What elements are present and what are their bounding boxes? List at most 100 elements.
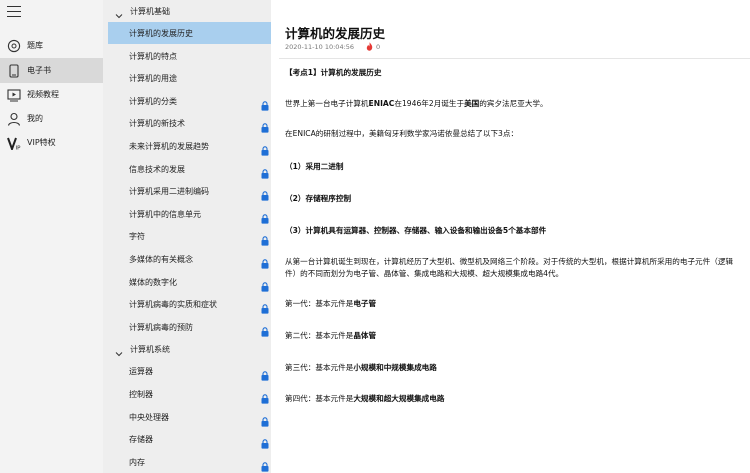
text: 的宾夕法尼亚大学。: [479, 99, 548, 108]
text: 第四代：基本元件是: [285, 394, 354, 403]
chapter-item[interactable]: 计算机的发展历史: [108, 22, 271, 44]
article-paragraph: 第三代：基本元件是小规模和中规模集成电路: [285, 362, 437, 373]
article-paragraph: 【考点1】计算机的发展历史: [285, 67, 381, 78]
chapter-item-label: 媒体的数字化: [129, 277, 177, 287]
lock-icon: [261, 457, 269, 472]
question-bank-icon: [6, 38, 22, 54]
chapter-item[interactable]: 计算机病毒的预防: [108, 316, 271, 338]
chapter-item-label: 计算机的用途: [129, 74, 177, 84]
video-icon: [6, 87, 22, 103]
lock-icon: [261, 389, 269, 404]
chapter-item-label: 计算机病毒的预防: [129, 322, 193, 332]
publish-date: 2020-11-10 10:04:56: [285, 43, 355, 51]
lock-icon: [261, 277, 269, 292]
person-icon: [6, 111, 22, 127]
chapter-item[interactable]: 字符: [108, 225, 271, 247]
chapter-item[interactable]: 中央处理器: [108, 406, 271, 428]
chapter-item[interactable]: 存储器: [108, 428, 271, 450]
nav-item-question-bank[interactable]: 题库: [0, 33, 103, 58]
article-paragraph: （2）存储程序控制: [285, 193, 351, 204]
view-count: 0: [376, 43, 381, 51]
nav-item-label: 电子书: [27, 66, 51, 75]
page-title: 计算机的发展历史: [285, 26, 386, 41]
chapter-item-label: 控制器: [129, 390, 153, 399]
chapter-item-label: 计算机的新技术: [129, 119, 185, 129]
bold-text: 【考点1】计算机的发展历史: [285, 68, 382, 77]
chevron-down-icon: [114, 344, 124, 357]
article-paragraph: 第四代：基本元件是大规模和超大规模集成电路: [285, 393, 444, 404]
article-paragraph: 第一代：基本元件是电子管: [285, 298, 376, 309]
nav-item-video[interactable]: 视频教程: [0, 82, 103, 107]
lock-icon: [261, 231, 269, 246]
nav-item-me[interactable]: 我的: [0, 106, 103, 131]
bold-text: 晶体管: [353, 331, 377, 340]
chapter-item-label: 中央处理器: [129, 412, 169, 422]
text: 第三代：基本元件是: [285, 363, 354, 372]
chevron-down-icon: [114, 6, 124, 19]
bold-text: （3）计算机具有运算器、控制器、存储器、输入设备和输出设备5个基本部件: [285, 226, 547, 235]
fire-icon: [366, 42, 373, 51]
svg-text:IP: IP: [16, 145, 22, 150]
left-nav: 题库 电子书 视频教程 我的 IP VIP特权: [0, 0, 103, 473]
text: 在ENICA的研制过程中，美籍匈牙利数学家冯诺依曼总结了以下3点：: [285, 129, 519, 138]
bold-text: 美国: [464, 99, 480, 108]
section-title: 计算机系统: [130, 344, 170, 354]
chapter-item-label: 运算器: [129, 367, 153, 377]
text: 件）的不同而划分为电子管、晶体管、集成电路和大规模、超大规模集成电路4代。: [285, 269, 564, 278]
text: 从第一台计算机诞生到现在，计算机经历了大型机、微型机及网络三个阶段。对于传统的大…: [285, 257, 734, 266]
chapter-list: 计算机基础计算机的发展历史计算机的特点 计算机的用途计算机的分类计算机的新技术未来…: [103, 0, 271, 473]
bold-text: （2）存储程序控制: [285, 194, 352, 203]
chapter-item[interactable]: 计算机病毒的实质和症状: [108, 293, 271, 315]
chapter-item[interactable]: 计算机的特点: [108, 45, 271, 67]
nav-item-ebook[interactable]: 电子书: [0, 58, 103, 83]
chapter-item-label: 计算机中的信息单元: [129, 209, 201, 219]
chapter-item-label: 字符: [129, 232, 145, 242]
chapter-item[interactable]: 计算机的分类: [108, 90, 271, 112]
bold-text: 大规模和超大规模集成电路: [353, 394, 445, 403]
section-header[interactable]: 计算机基础: [103, 1, 271, 21]
chapter-item[interactable]: 控制器: [108, 383, 271, 405]
chapter-item[interactable]: 内存: [108, 451, 271, 473]
nav-item-label: VIP特权: [27, 138, 56, 147]
article-paragraph: 件）的不同而划分为电子管、晶体管、集成电路和大规模、超大规模集成电路4代。: [285, 268, 563, 279]
chapter-item[interactable]: 信息技术的发展: [108, 158, 271, 180]
app-window: 题库 电子书 视频教程 我的 IP VIP特权 计算机基础 计算机的发展历史 计…: [0, 0, 750, 473]
chapter-item[interactable]: 计算机的用途: [108, 67, 271, 89]
lock-icon: [261, 366, 269, 381]
chapter-item-label: 计算机采用二进制编码: [129, 187, 209, 197]
article-paragraph: 在ENICA的研制过程中，美籍匈牙利数学家冯诺依曼总结了以下3点：: [285, 128, 518, 139]
lock-icon: [261, 96, 269, 111]
lock-icon: [261, 118, 269, 133]
bold-text: ENIAC: [368, 99, 395, 108]
lock-icon: [261, 209, 269, 224]
chapter-item[interactable]: 计算机中的信息单元: [108, 203, 271, 225]
article-paragraph: 世界上第一台电子计算机ENIAC在1946年2月诞生于美国的宾夕法尼亚大学。: [285, 98, 548, 109]
article-pane: 计算机的发展历史 2020-11-10 10:04:56 0 【考点1】计算机的…: [271, 0, 750, 473]
chapter-item[interactable]: 媒体的数字化: [108, 271, 271, 293]
chapter-item[interactable]: 计算机采用二进制编码: [108, 180, 271, 202]
text: 世界上第一台电子计算机: [285, 99, 369, 108]
chapter-item-label: 计算机病毒的实质和症状: [129, 300, 217, 310]
chapter-item[interactable]: 运算器: [108, 360, 271, 382]
chapter-item-label: 信息技术的发展: [129, 164, 185, 174]
text: 第一代：基本元件是: [285, 299, 354, 308]
section-title: 计算机基础: [130, 6, 170, 16]
lock-icon: [261, 141, 269, 156]
chapter-item[interactable]: 计算机的新技术: [108, 112, 271, 134]
text: 第二代：基本元件是: [285, 331, 354, 340]
chapter-item[interactable]: 未来计算机的发展趋势: [108, 135, 271, 157]
lock-icon: [261, 434, 269, 449]
nav-item-vip[interactable]: IP VIP特权: [0, 130, 103, 155]
bold-text: （1）采用二进制: [285, 162, 344, 171]
hamburger-menu-icon[interactable]: [7, 6, 21, 18]
lock-icon: [261, 299, 269, 314]
nav-item-label: 我的: [27, 114, 43, 123]
bold-text: 电子管: [353, 299, 377, 308]
ebook-icon: [6, 63, 22, 79]
chapter-item-label: 未来计算机的发展趋势: [129, 142, 209, 151]
section-header[interactable]: 计算机系统: [103, 339, 271, 359]
chapter-item[interactable]: 多媒体的有关概念: [108, 248, 271, 270]
divider: [279, 58, 750, 59]
chapter-item-label: 存储器: [129, 435, 153, 445]
chapter-item-label: 计算机的特点: [129, 51, 177, 61]
